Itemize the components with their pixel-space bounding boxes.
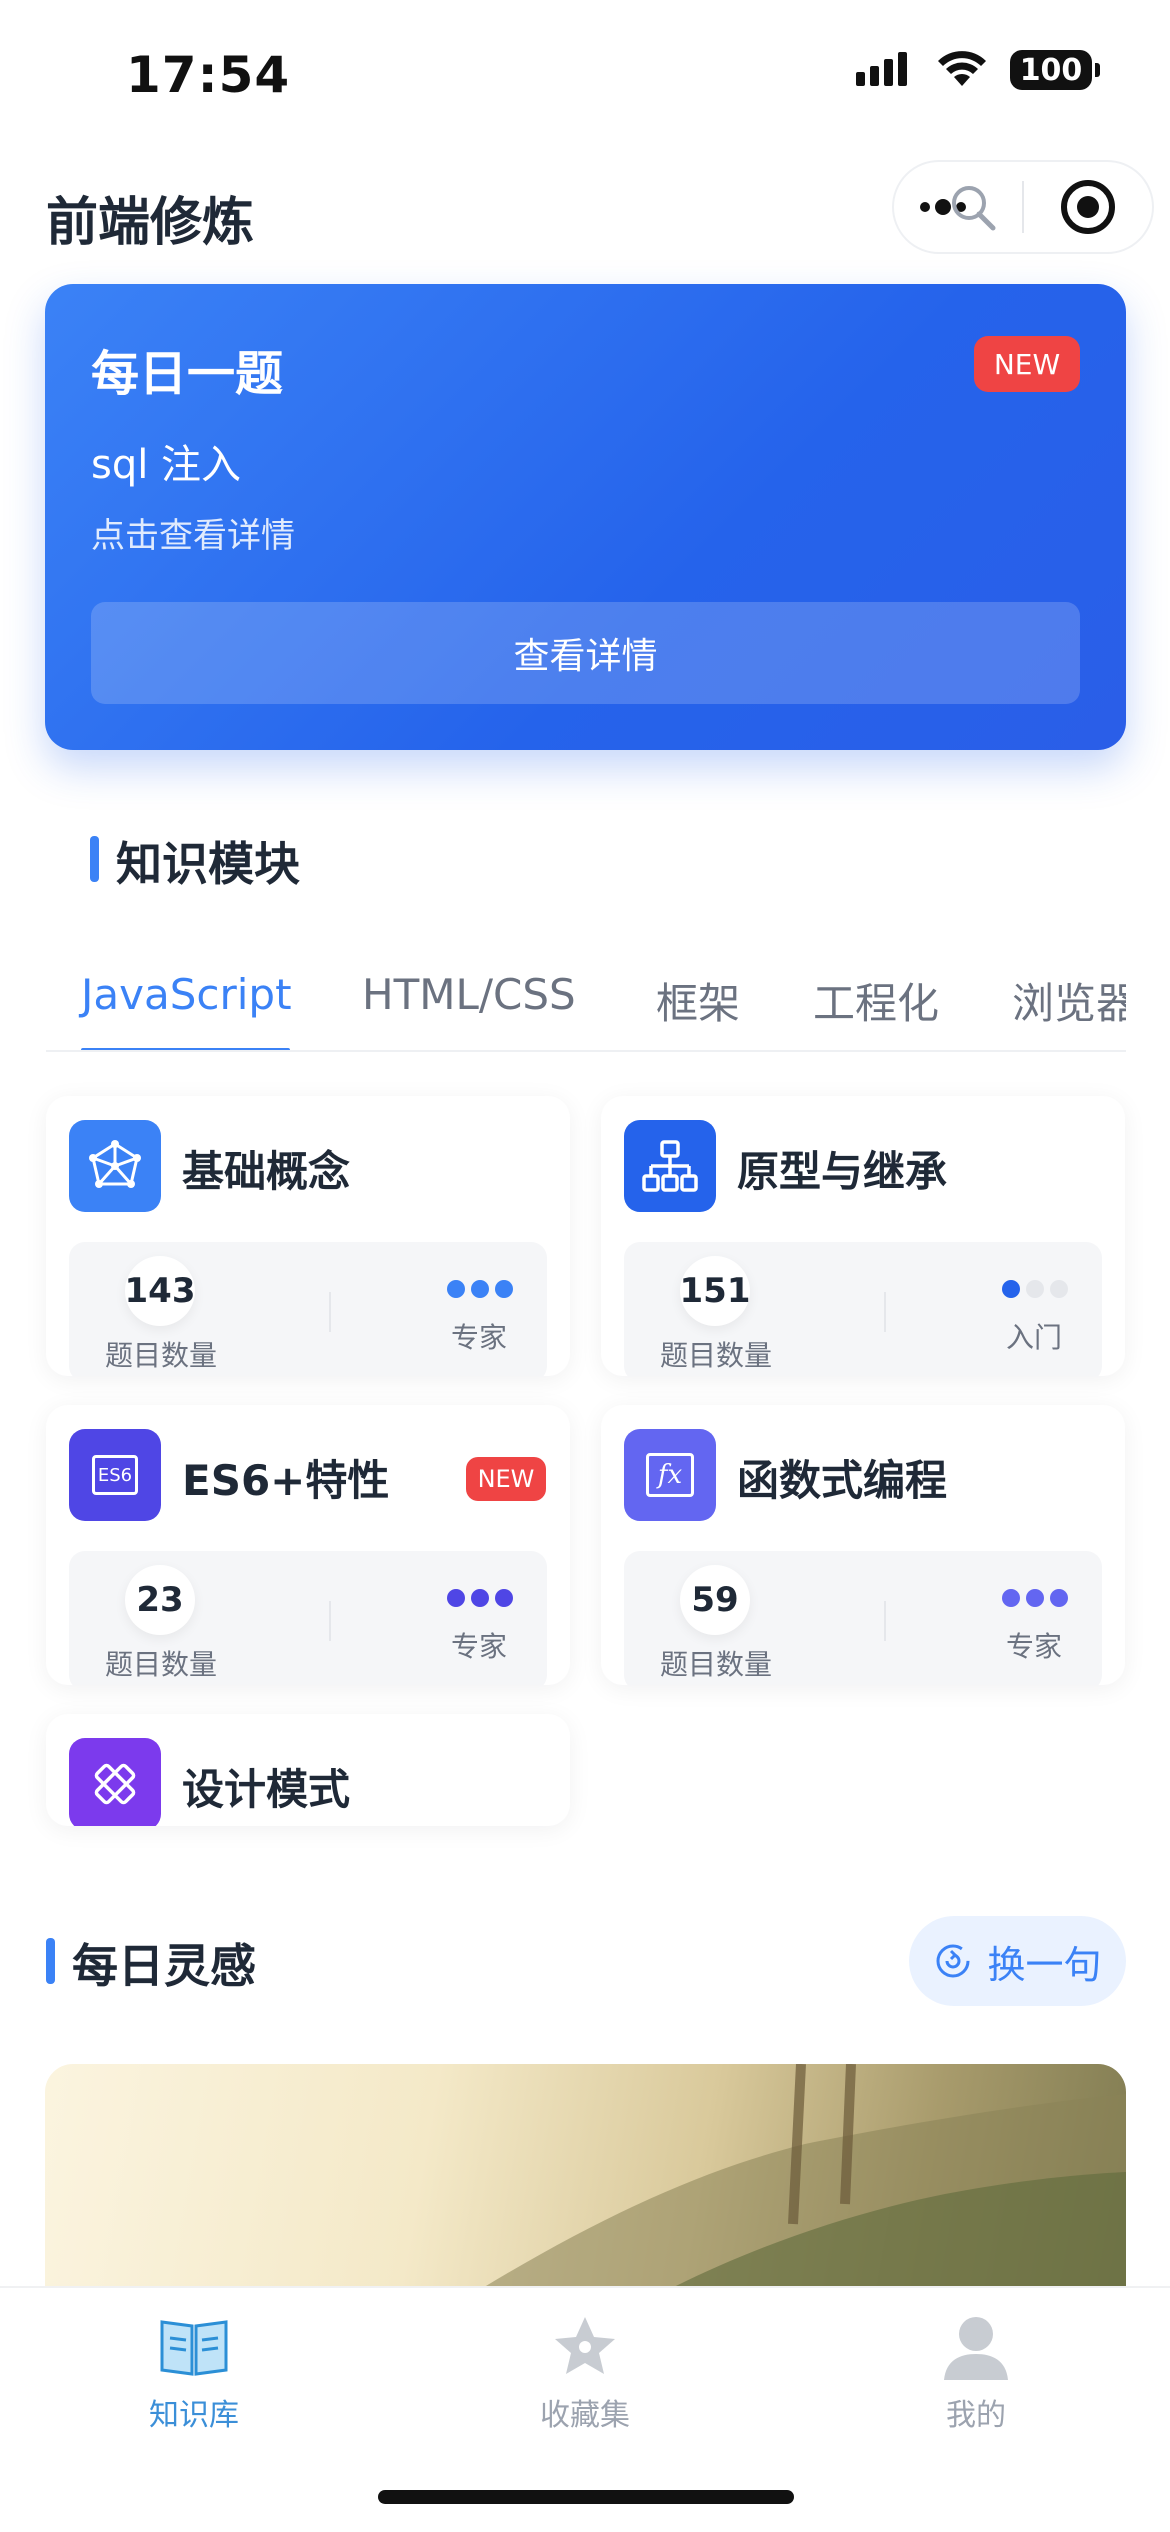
tab-engineering[interactable]: 工程化 (813, 970, 939, 1031)
tab-html-css[interactable]: HTML/CSS (362, 970, 576, 1019)
network-icon (69, 1120, 161, 1212)
tabbar-item-knowledge[interactable]: 知识库 (94, 2308, 294, 2434)
close-button[interactable] (1024, 162, 1152, 252)
tabbar-label-favorites: 收藏集 (540, 2398, 630, 2433)
module-name: 原型与继承 (737, 1147, 948, 1196)
question-count-label: 题目数量 (660, 1339, 773, 1372)
page-title: 前端修炼 (46, 193, 255, 253)
stats-divider (329, 1601, 331, 1641)
module-stats: 23 题目数量 专家 (69, 1551, 547, 1685)
module-card[interactable]: 基础概念 143 题目数量 专家 (46, 1096, 570, 1376)
user-icon (938, 2308, 1014, 2384)
question-count: 59 (680, 1565, 750, 1635)
new-badge: NEW (974, 336, 1080, 392)
inspiration-image[interactable] (45, 2064, 1126, 2324)
stats-divider (884, 1601, 886, 1641)
question-count-label: 题目数量 (105, 1648, 218, 1681)
book-icon (156, 2308, 232, 2384)
level-label: 专家 (1005, 1630, 1062, 1663)
stats-divider (329, 1292, 331, 1332)
module-name: ES6+特性 (182, 1456, 390, 1505)
level-label: 专家 (450, 1321, 507, 1354)
question-count-label: 题目数量 (660, 1648, 773, 1681)
level-dots (447, 1280, 513, 1298)
target-icon (1061, 180, 1115, 234)
module-stats: 59 题目数量 专家 (624, 1551, 1102, 1685)
category-tabs: JavaScript HTML/CSS 框架 工程化 浏览器 (46, 970, 1126, 1052)
section-accent-bar (90, 836, 99, 882)
daily-question-title: 每日一题 (91, 346, 284, 402)
question-count: 143 (125, 1256, 196, 1326)
module-name: 基础概念 (182, 1147, 351, 1196)
level-label: 入门 (1005, 1321, 1062, 1354)
section-accent-bar (46, 1938, 55, 1984)
level-dots (1002, 1280, 1068, 1298)
tab-browser[interactable]: 浏览器 (1012, 970, 1126, 1031)
question-count: 23 (125, 1565, 195, 1635)
status-bar: 17:54 100 (0, 0, 1170, 140)
level-label: 专家 (450, 1630, 507, 1663)
active-tab-indicator (81, 1048, 290, 1050)
design-icon (69, 1738, 161, 1826)
module-stats: 143 题目数量 专家 (69, 1242, 547, 1376)
refresh-icon (936, 1944, 970, 1978)
status-icons: 100 (854, 50, 1100, 90)
module-card[interactable]: 设计模式 (46, 1714, 570, 1826)
module-stats: 151 题目数量 入门 (624, 1242, 1102, 1376)
star-icon (547, 2308, 623, 2384)
more-dots-icon (920, 186, 996, 231)
app-page: 17:54 100 前端修炼 每日一题 NEW sql 注入 点击查看详情 查看… (0, 0, 1170, 2532)
status-time: 17:54 (126, 46, 291, 104)
module-card[interactable]: ES6 ES6+特性 NEW 23 题目数量 专家 (46, 1405, 570, 1685)
question-count-label: 题目数量 (105, 1339, 218, 1372)
level-dots (1002, 1589, 1068, 1607)
daily-question-hint: 点击查看详情 (91, 516, 295, 556)
tabbar-label-knowledge: 知识库 (149, 2398, 239, 2433)
wifi-icon (938, 51, 986, 86)
hierarchy-icon (624, 1120, 716, 1212)
cellular-signal-icon (856, 52, 907, 86)
mini-program-capsule (892, 160, 1154, 254)
swap-quote-button[interactable]: 换一句 (909, 1916, 1126, 2006)
tabbar-item-favorites[interactable]: 收藏集 (485, 2308, 685, 2434)
tabbar-item-profile[interactable]: 我的 (876, 2308, 1076, 2434)
section-title-knowledge: 知识模块 (116, 837, 300, 891)
swap-quote-label: 换一句 (987, 1942, 1102, 1987)
new-badge: NEW (466, 1457, 546, 1501)
es6-icon: ES6 (69, 1429, 161, 1521)
more-button[interactable] (894, 162, 1022, 252)
module-name: 设计模式 (182, 1765, 351, 1814)
tab-javascript[interactable]: JavaScript (81, 970, 292, 1019)
daily-question-text: sql 注入 (91, 442, 242, 488)
module-name: 函数式编程 (737, 1456, 948, 1505)
module-card[interactable]: fx 函数式编程 59 题目数量 专家 (601, 1405, 1125, 1685)
tab-framework[interactable]: 框架 (656, 970, 740, 1031)
section-title-inspiration: 每日灵感 (72, 1939, 256, 1993)
module-card[interactable]: 原型与继承 151 题目数量 入门 (601, 1096, 1125, 1376)
level-dots (447, 1589, 513, 1607)
battery-icon: 100 (1010, 50, 1100, 90)
home-indicator[interactable] (378, 2490, 794, 2504)
stats-divider (884, 1292, 886, 1332)
view-details-button[interactable]: 查看详情 (91, 602, 1080, 704)
tabbar-label-profile: 我的 (946, 2398, 1006, 2433)
daily-question-card[interactable]: 每日一题 NEW sql 注入 点击查看详情 查看详情 (45, 284, 1126, 750)
function-icon: fx (624, 1429, 716, 1521)
question-count: 151 (680, 1256, 751, 1326)
